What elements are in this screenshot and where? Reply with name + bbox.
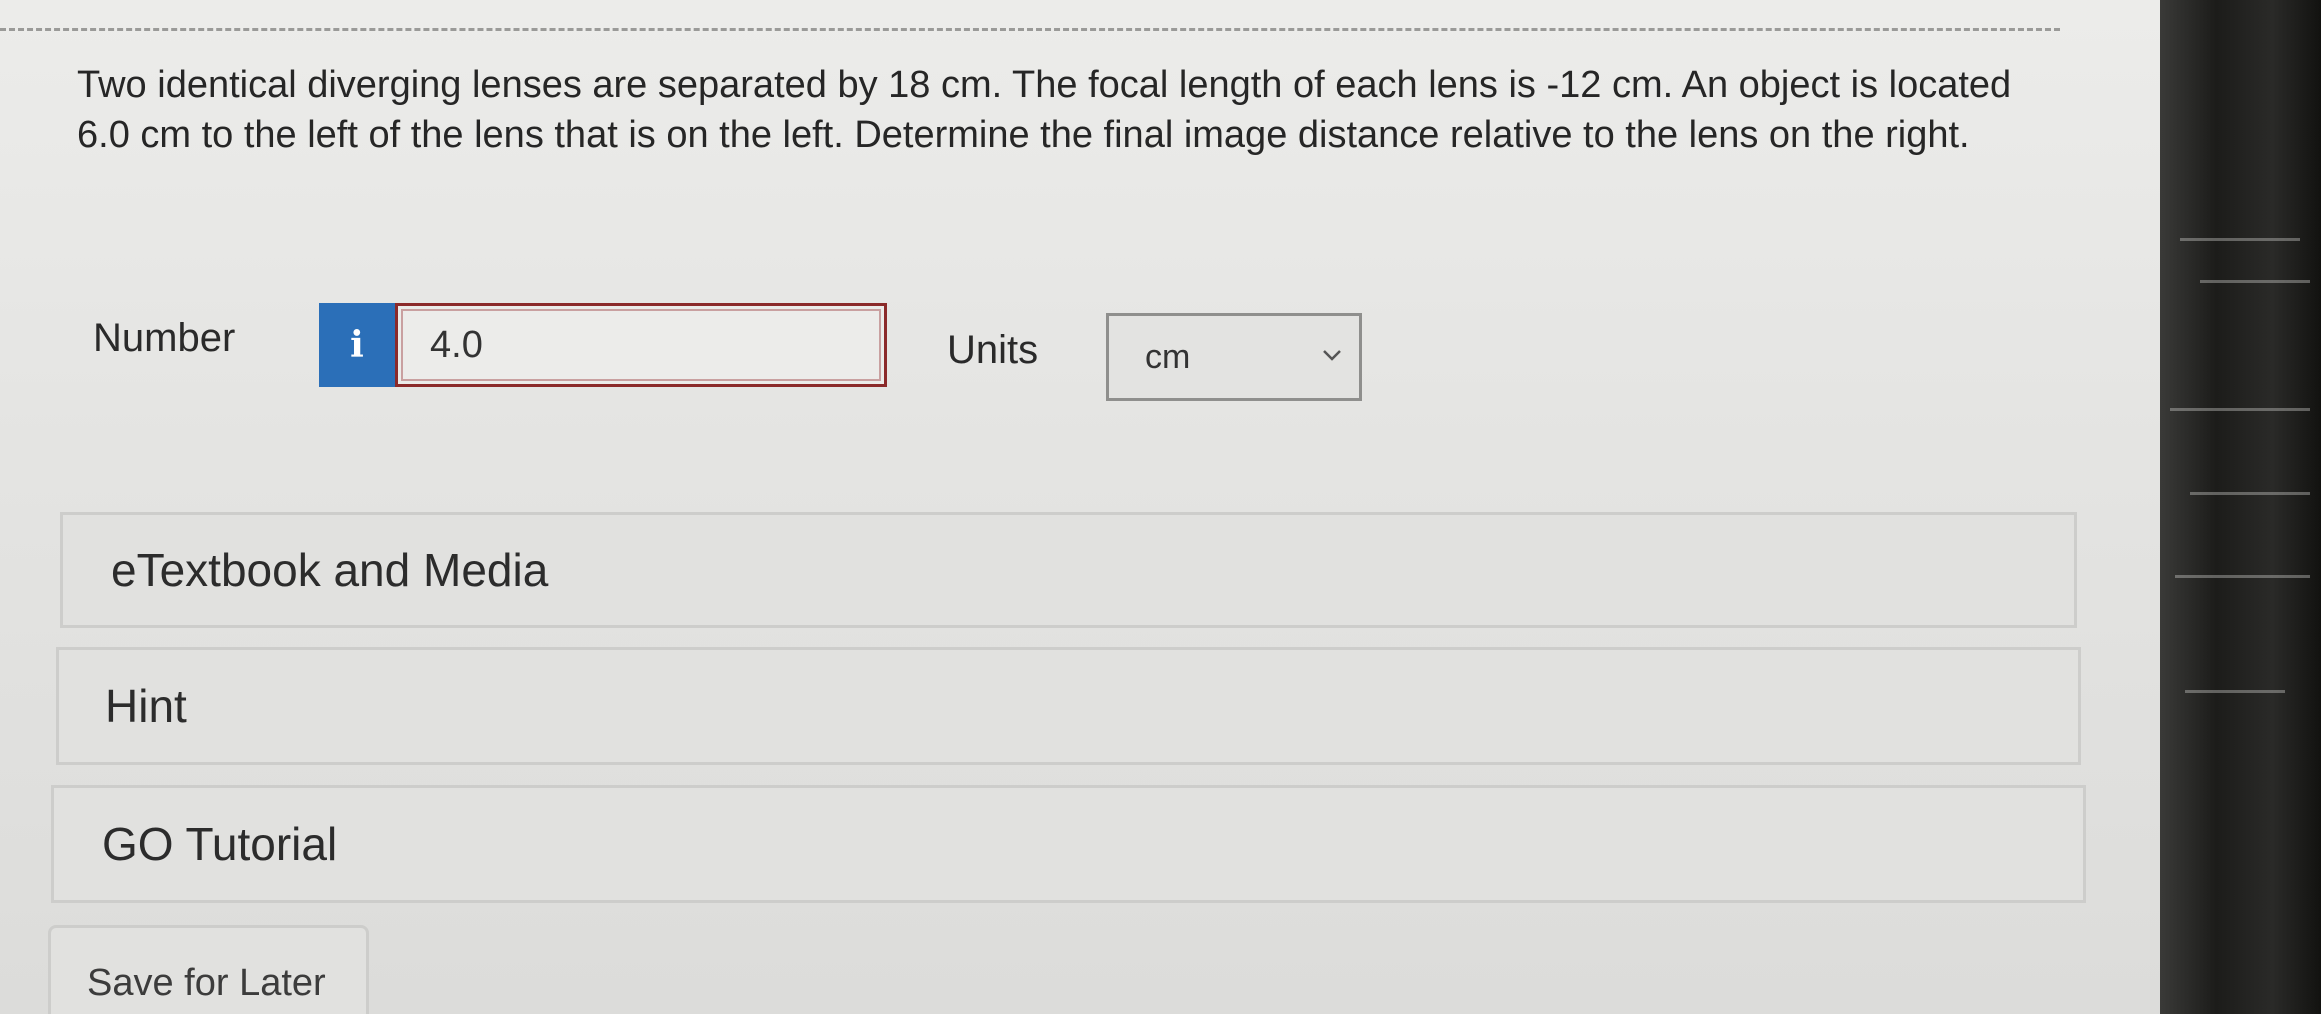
etextbook-media-label: eTextbook and Media: [111, 544, 549, 596]
light-streak: [2190, 492, 2310, 495]
info-icon[interactable]: i: [319, 303, 395, 387]
light-streak: [2175, 575, 2310, 578]
etextbook-media-panel[interactable]: eTextbook and Media: [60, 512, 2077, 628]
go-tutorial-panel[interactable]: GO Tutorial: [51, 785, 2086, 903]
light-streak: [2180, 238, 2300, 241]
light-streak: [2170, 408, 2310, 411]
chevron-down-icon: [1323, 350, 1341, 361]
assignment-screen: Two identical diverging lenses are separ…: [0, 0, 2160, 1014]
top-dashed-border: [0, 0, 2060, 31]
units-label: Units: [947, 328, 1039, 372]
background-edge: [2160, 0, 2321, 1014]
question-text: Two identical diverging lenses are separ…: [77, 64, 2012, 156]
go-tutorial-label: GO Tutorial: [102, 818, 338, 870]
save-for-later-button[interactable]: Save for Later: [48, 925, 369, 1014]
hint-label: Hint: [105, 680, 187, 732]
number-label: Number: [93, 316, 236, 360]
number-input[interactable]: [395, 303, 887, 387]
light-streak: [2200, 280, 2310, 283]
units-select[interactable]: cm: [1106, 313, 1362, 401]
hint-panel[interactable]: Hint: [56, 647, 2081, 765]
light-streak: [2185, 690, 2285, 693]
units-selected-value: cm: [1145, 337, 1191, 376]
